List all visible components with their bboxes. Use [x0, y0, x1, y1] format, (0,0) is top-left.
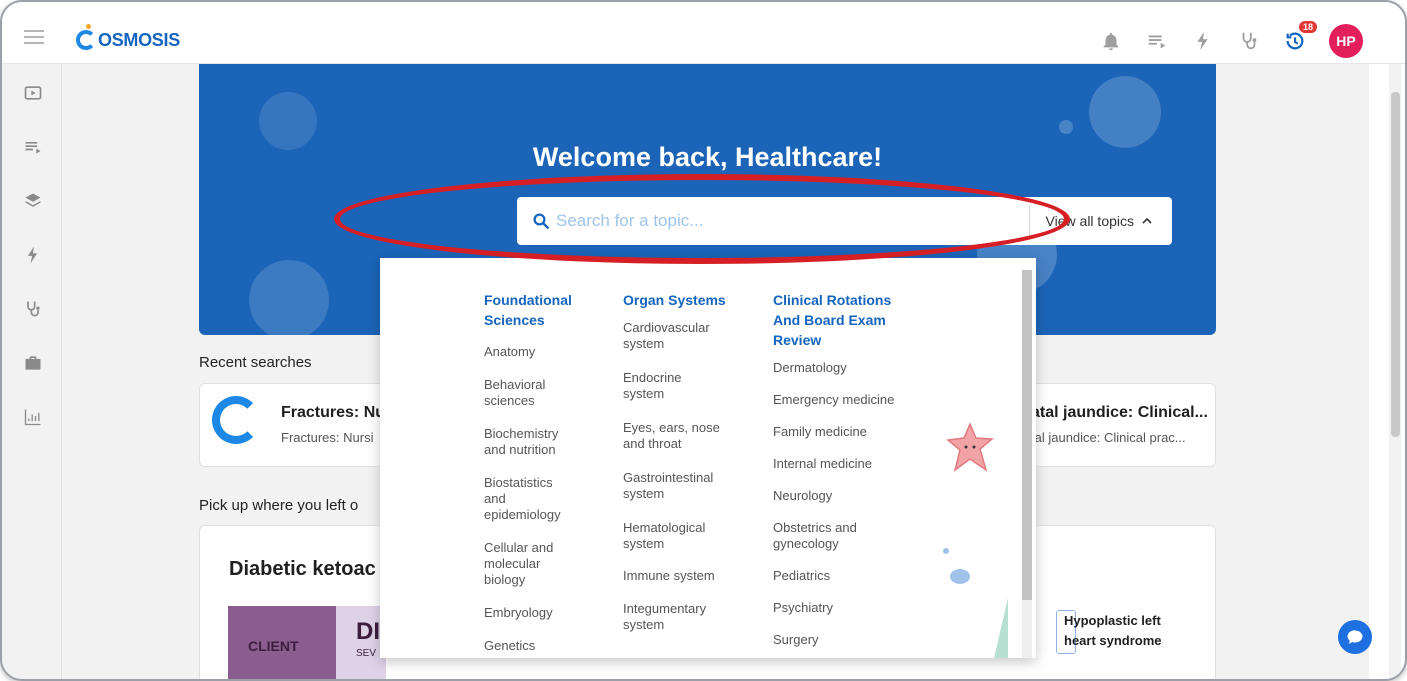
video-thumbnail[interactable]: CLIENT [228, 606, 338, 679]
mascot-illustration [249, 260, 329, 335]
topic-link[interactable]: Gastrointestinal system [623, 470, 726, 502]
chat-icon [1347, 630, 1363, 644]
topic-link[interactable]: Surgery [773, 632, 894, 648]
topic-link[interactable]: Immune system [623, 568, 726, 584]
menu-icon[interactable] [24, 30, 44, 44]
topic-link[interactable]: Anatomy [484, 344, 572, 360]
topic-column-heading[interactable]: Clinical Rotations And Board Exam Review [773, 290, 894, 350]
dropdown-scrollbar[interactable] [1022, 270, 1032, 658]
search-icon [533, 213, 549, 229]
recent-search-subtitle: tal jaundice: Clinical prac... [1031, 430, 1186, 445]
dropdown-scroll-thumb[interactable] [1022, 270, 1032, 600]
topic-link[interactable]: Obstetrics and gynecology [773, 520, 894, 552]
topic-link[interactable]: Emergency medicine [773, 392, 894, 408]
history-count-badge: 18 [1298, 21, 1317, 33]
recent-searches-heading: Recent searches [199, 354, 312, 371]
topic-link[interactable]: Biostatistics and epidemiology [484, 475, 572, 523]
logo-text: OSMOSIS [98, 29, 180, 50]
left-rail [2, 64, 62, 679]
topic-column-organ-systems: Organ Systems Cardiovascular system Endoc… [623, 290, 726, 633]
chevron-up-icon [1142, 217, 1152, 224]
view-all-topics-button[interactable]: View all topics [1028, 206, 1172, 236]
thumbnail-text: SEV [356, 648, 377, 659]
stethoscope-icon[interactable] [1237, 29, 1261, 53]
flash-icon[interactable] [1191, 29, 1215, 53]
osmosis-logo-icon [212, 396, 260, 444]
osmosis-logo[interactable]: OSMOSIS [76, 24, 180, 53]
topic-link[interactable]: Pediatrics [773, 568, 894, 584]
topic-link[interactable]: Cardiovascular system [623, 320, 726, 352]
topic-link[interactable]: Psychiatry [773, 600, 894, 616]
topics-dropdown: Foundational Sciences Anatomy Behavioral… [380, 258, 1036, 658]
user-avatar[interactable]: HP [1329, 24, 1363, 58]
topic-column-heading[interactable]: Foundational Sciences [484, 290, 572, 330]
topic-column-clinical-rotations: Clinical Rotations And Board Exam Review… [773, 290, 894, 648]
chart-icon[interactable] [22, 406, 44, 428]
decor-dot [943, 548, 949, 554]
topic-link[interactable]: Eyes, ears, nose and throat [623, 420, 726, 452]
continue-title: Diabetic ketoac [229, 558, 376, 580]
rail-playlist-icon[interactable] [22, 136, 44, 158]
continue-heading: Pick up where you left o [199, 497, 359, 514]
topic-link[interactable]: Dermatology [773, 360, 894, 376]
topic-link[interactable]: Endocrine system [623, 370, 726, 402]
search-input[interactable] [556, 211, 1029, 231]
decor-bubble [1059, 120, 1073, 134]
mascot-star-illustration [946, 422, 994, 472]
topic-link[interactable]: Cellular and molecular biology [484, 540, 572, 588]
top-bar: OSMOSIS 18 HP [2, 2, 1405, 64]
topic-link[interactable]: Internal medicine [773, 456, 894, 472]
page-scroll-thumb[interactable] [1391, 92, 1400, 437]
topic-link[interactable]: Behavioral sciences [484, 377, 572, 409]
top-actions: 18 HP [1099, 21, 1363, 58]
view-all-topics-label: View all topics [1045, 213, 1134, 229]
rail-flash-icon[interactable] [22, 244, 44, 266]
topic-link[interactable]: Biochemistry and nutrition [484, 426, 572, 458]
thumbnail-text: DI [356, 618, 380, 645]
page-scrollbar[interactable] [1389, 64, 1401, 679]
side-card-title: Hypoplastic left [1064, 613, 1161, 628]
search-bar: View all topics [517, 197, 1172, 245]
topic-link[interactable]: Genetics [484, 638, 572, 654]
page-title: Welcome back, Healthcare! [532, 142, 883, 172]
topic-link[interactable]: Integumentary system [623, 601, 726, 633]
topic-link[interactable]: Hematological system [623, 520, 726, 552]
layers-icon[interactable] [22, 190, 44, 212]
video-icon[interactable] [22, 82, 44, 104]
decor-shape [994, 598, 1008, 658]
topic-column-heading[interactable]: Organ Systems [623, 290, 726, 310]
topic-column-foundational: Foundational Sciences Anatomy Behavioral… [484, 290, 572, 654]
video-thumbnail[interactable]: DI SEV [336, 606, 386, 679]
mascot-illustration [1089, 76, 1161, 148]
topic-link[interactable]: Neurology [773, 488, 894, 504]
bell-icon[interactable] [1099, 29, 1123, 53]
thumbnail-text: CLIENT [248, 638, 299, 654]
briefcase-icon[interactable] [22, 352, 44, 374]
logo-mark-icon [76, 24, 96, 50]
recent-search-card[interactable]: atal jaundice: Clinical... tal jaundice:… [1022, 383, 1216, 467]
decor-dot [950, 569, 970, 584]
side-card-title: heart syndrome [1064, 633, 1162, 648]
rail-stethoscope-icon[interactable] [22, 298, 44, 320]
history-icon[interactable]: 18 [1283, 21, 1317, 53]
chat-button[interactable] [1338, 620, 1372, 654]
playlist-icon[interactable] [1145, 29, 1169, 53]
recent-search-title: atal jaundice: Clinical... [1031, 404, 1208, 421]
app-window: OSMOSIS 18 HP Welcome back, Healthcare! … [0, 0, 1407, 681]
topic-link[interactable]: Embryology [484, 605, 572, 621]
topic-link[interactable]: Family medicine [773, 424, 894, 440]
